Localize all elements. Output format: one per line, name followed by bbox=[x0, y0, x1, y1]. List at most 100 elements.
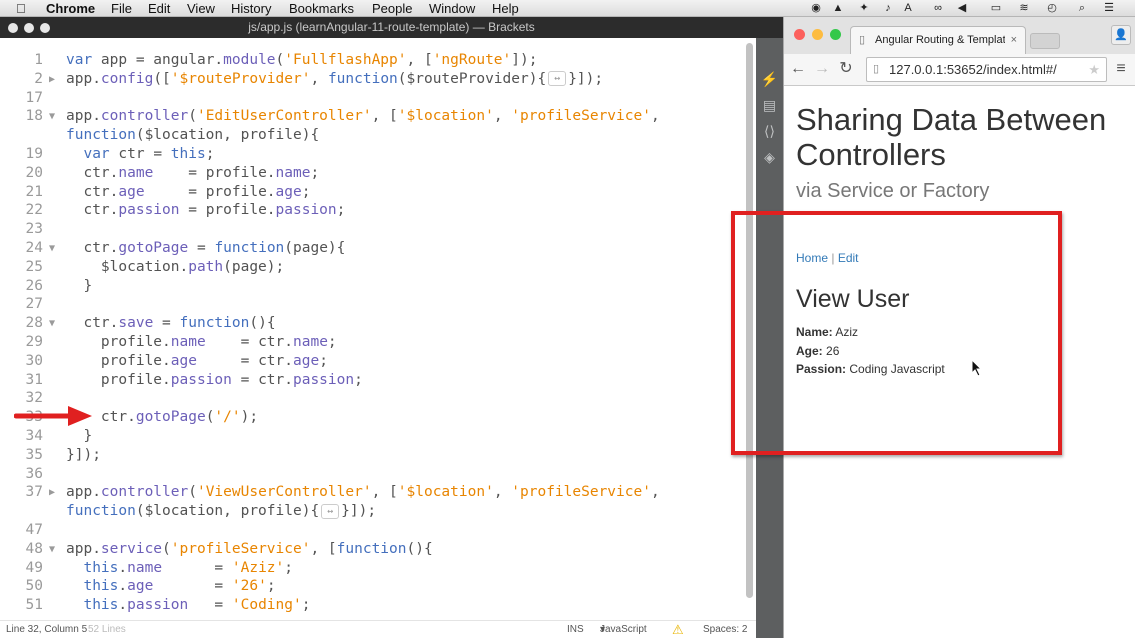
cursor-position[interactable]: Line 32, Column 5 bbox=[6, 621, 87, 638]
close-tab-icon[interactable]: × bbox=[1011, 27, 1017, 54]
code-line[interactable]: 23 bbox=[0, 220, 745, 239]
code-line[interactable]: 49 this.name = 'Aziz'; bbox=[0, 559, 745, 578]
reload-icon[interactable]: ↻ bbox=[836, 59, 856, 79]
zoom-window-button[interactable] bbox=[40, 23, 50, 33]
chrome-toolbar: ← → ↻ ▯ 127.0.0.1:53652/index.html#/ ★ ≡ bbox=[784, 54, 1135, 86]
menu-file[interactable]: File bbox=[111, 0, 132, 17]
line-number: 2 bbox=[34, 70, 43, 87]
search-icon[interactable]: ⌕ bbox=[1076, 2, 1088, 14]
close-window-button[interactable] bbox=[8, 23, 18, 33]
fold-collapse-icon[interactable]: ▼ bbox=[49, 107, 55, 126]
language-label: JavaScript bbox=[600, 624, 647, 635]
warning-icon[interactable]: ⚠ bbox=[672, 621, 684, 638]
code-line[interactable]: 35}]); bbox=[0, 446, 745, 465]
page-subtitle: via Service or Factory bbox=[796, 180, 990, 202]
minimize-window-button[interactable] bbox=[24, 23, 34, 33]
new-tab-button[interactable] bbox=[1030, 33, 1060, 49]
browser-tab[interactable]: ▯ Angular Routing & Templat × bbox=[850, 26, 1026, 54]
code-line[interactable]: 48 ▼ app.service('profileService', [functi… bbox=[0, 540, 745, 559]
code-line[interactable]: 2 ▶ app.config(['$routeProvider', function… bbox=[0, 70, 745, 89]
menu-bookmarks[interactable]: Bookmarks bbox=[289, 0, 354, 17]
code-line[interactable]: 18 ▼ app.controller('EditUserController', … bbox=[0, 107, 745, 126]
chrome-close-button[interactable] bbox=[794, 29, 805, 40]
code-text: function($location, profile){↔}]); bbox=[66, 503, 377, 520]
dropbox-icon[interactable]: ✦ bbox=[858, 2, 870, 14]
insert-mode-indicator[interactable]: INS bbox=[567, 621, 584, 638]
code-text: ctr.gotoPage = function(page){ bbox=[66, 240, 346, 256]
line-number: 35 bbox=[25, 446, 43, 463]
back-arrow-icon[interactable]: ← bbox=[788, 59, 808, 79]
extension-manager-icon[interactable]: ▤ bbox=[760, 96, 779, 114]
code-line[interactable]: 26 } bbox=[0, 277, 745, 296]
layers-icon[interactable]: ◈ bbox=[760, 148, 779, 166]
code-line[interactable]: 47 bbox=[0, 521, 745, 540]
line-number: 18 bbox=[25, 108, 43, 125]
line-number: 27 bbox=[25, 296, 43, 313]
bookmark-star-icon[interactable]: ★ bbox=[1088, 58, 1100, 81]
menu-people[interactable]: People bbox=[372, 0, 412, 17]
code-text: ctr.name = profile.name; bbox=[66, 164, 320, 181]
fold-collapse-icon[interactable]: ▼ bbox=[49, 314, 55, 333]
volume-icon[interactable]: ◀ bbox=[956, 2, 968, 14]
menu-window[interactable]: Window bbox=[429, 0, 475, 17]
wifi-icon[interactable]: ≋ bbox=[1018, 2, 1030, 14]
code-line[interactable]: 37 ▶ app.controller('ViewUserController', … bbox=[0, 483, 745, 502]
annotation-arrow bbox=[14, 406, 92, 426]
code-line[interactable]: 50 this.age = '26'; bbox=[0, 577, 745, 596]
code-line[interactable]: 27 bbox=[0, 295, 745, 314]
code-line[interactable]: 30 profile.age = ctr.age; bbox=[0, 352, 745, 371]
code-line[interactable]: 31 profile.passion = ctr.passion; bbox=[0, 371, 745, 390]
fold-collapse-icon[interactable]: ▼ bbox=[49, 239, 55, 258]
line-number: 48 bbox=[25, 540, 43, 557]
drive-icon[interactable]: ▲ bbox=[832, 2, 844, 14]
code-line[interactable]: 25 $location.path(page); bbox=[0, 258, 745, 277]
battery-icon[interactable]: ▭ bbox=[990, 2, 1002, 14]
forward-arrow-icon[interactable]: → bbox=[812, 59, 832, 79]
notification-center-icon[interactable]: ☰ bbox=[1103, 2, 1115, 14]
clock-icon[interactable]: ◴ bbox=[1046, 2, 1058, 14]
code-line[interactable]: 21 ctr.age = profile.age; bbox=[0, 183, 745, 202]
code-line[interactable]: function($location, profile){ bbox=[0, 126, 745, 145]
code-line[interactable]: 22 ctr.passion = profile.passion; bbox=[0, 201, 745, 220]
menu-help[interactable]: Help bbox=[492, 0, 519, 17]
code-line[interactable]: 1 var app = angular.module('FullflashApp'… bbox=[0, 51, 745, 70]
code-text: var ctr = this; bbox=[83, 146, 215, 162]
creative-cloud-icon[interactable]: ∞ bbox=[932, 2, 944, 14]
line-number: 21 bbox=[25, 183, 43, 200]
fold-expand-icon[interactable]: ▶ bbox=[49, 483, 55, 502]
chrome-zoom-button[interactable] bbox=[830, 29, 841, 40]
code-line[interactable]: 19 var ctr = this; bbox=[0, 145, 745, 164]
code-line[interactable]: 33 ctr.gotoPage('/'); bbox=[0, 408, 745, 427]
code-line[interactable]: 24 ▼ ctr.gotoPage = function(page){ bbox=[0, 239, 745, 258]
profile-icon[interactable]: 👤 bbox=[1111, 25, 1131, 45]
line-number: 28 bbox=[25, 315, 43, 332]
code-line[interactable]: 17 bbox=[0, 89, 745, 108]
menu-history[interactable]: History bbox=[231, 0, 271, 17]
code-line[interactable]: 51 this.passion = 'Coding'; bbox=[0, 596, 745, 615]
menu-edit[interactable]: Edit bbox=[148, 0, 170, 17]
menu-view[interactable]: View bbox=[187, 0, 215, 17]
chrome-menu-icon[interactable]: ≡ bbox=[1111, 59, 1131, 79]
code-line[interactable]: 36 bbox=[0, 465, 745, 484]
apple-icon[interactable]:  bbox=[16, 0, 26, 17]
indent-setting[interactable]: Spaces: 2 bbox=[703, 621, 747, 638]
code-tag-icon[interactable]: ⟨⟩ bbox=[760, 122, 779, 140]
fold-expand-icon[interactable]: ▶ bbox=[49, 70, 55, 89]
code-line[interactable]: 29 profile.name = ctr.name; bbox=[0, 333, 745, 352]
bell-icon[interactable]: ♪ bbox=[882, 2, 894, 14]
fold-collapse-icon[interactable]: ▼ bbox=[49, 540, 55, 559]
code-line[interactable]: 28 ▼ ctr.save = function(){ bbox=[0, 314, 745, 333]
code-text: ctr.gotoPage('/'); bbox=[66, 409, 259, 426]
record-icon[interactable]: ◉ bbox=[810, 2, 822, 14]
code-editor[interactable]: 1 var app = angular.module('FullflashApp'… bbox=[0, 38, 756, 620]
chrome-minimize-button[interactable] bbox=[812, 29, 823, 40]
page-info-icon[interactable]: ▯ bbox=[873, 58, 879, 81]
code-line[interactable]: 20 ctr.name = profile.name; bbox=[0, 164, 745, 183]
address-bar[interactable]: ▯ 127.0.0.1:53652/index.html#/ ★ bbox=[866, 57, 1107, 82]
code-line[interactable]: 34 } bbox=[0, 427, 745, 446]
adobe-icon[interactable]: A bbox=[902, 2, 914, 14]
menu-app-name[interactable]: Chrome bbox=[46, 0, 95, 17]
code-line[interactable]: function($location, profile){↔}]); bbox=[0, 502, 745, 521]
code-line[interactable]: 32 bbox=[0, 389, 745, 408]
live-preview-icon[interactable]: ⚡ bbox=[760, 70, 779, 88]
